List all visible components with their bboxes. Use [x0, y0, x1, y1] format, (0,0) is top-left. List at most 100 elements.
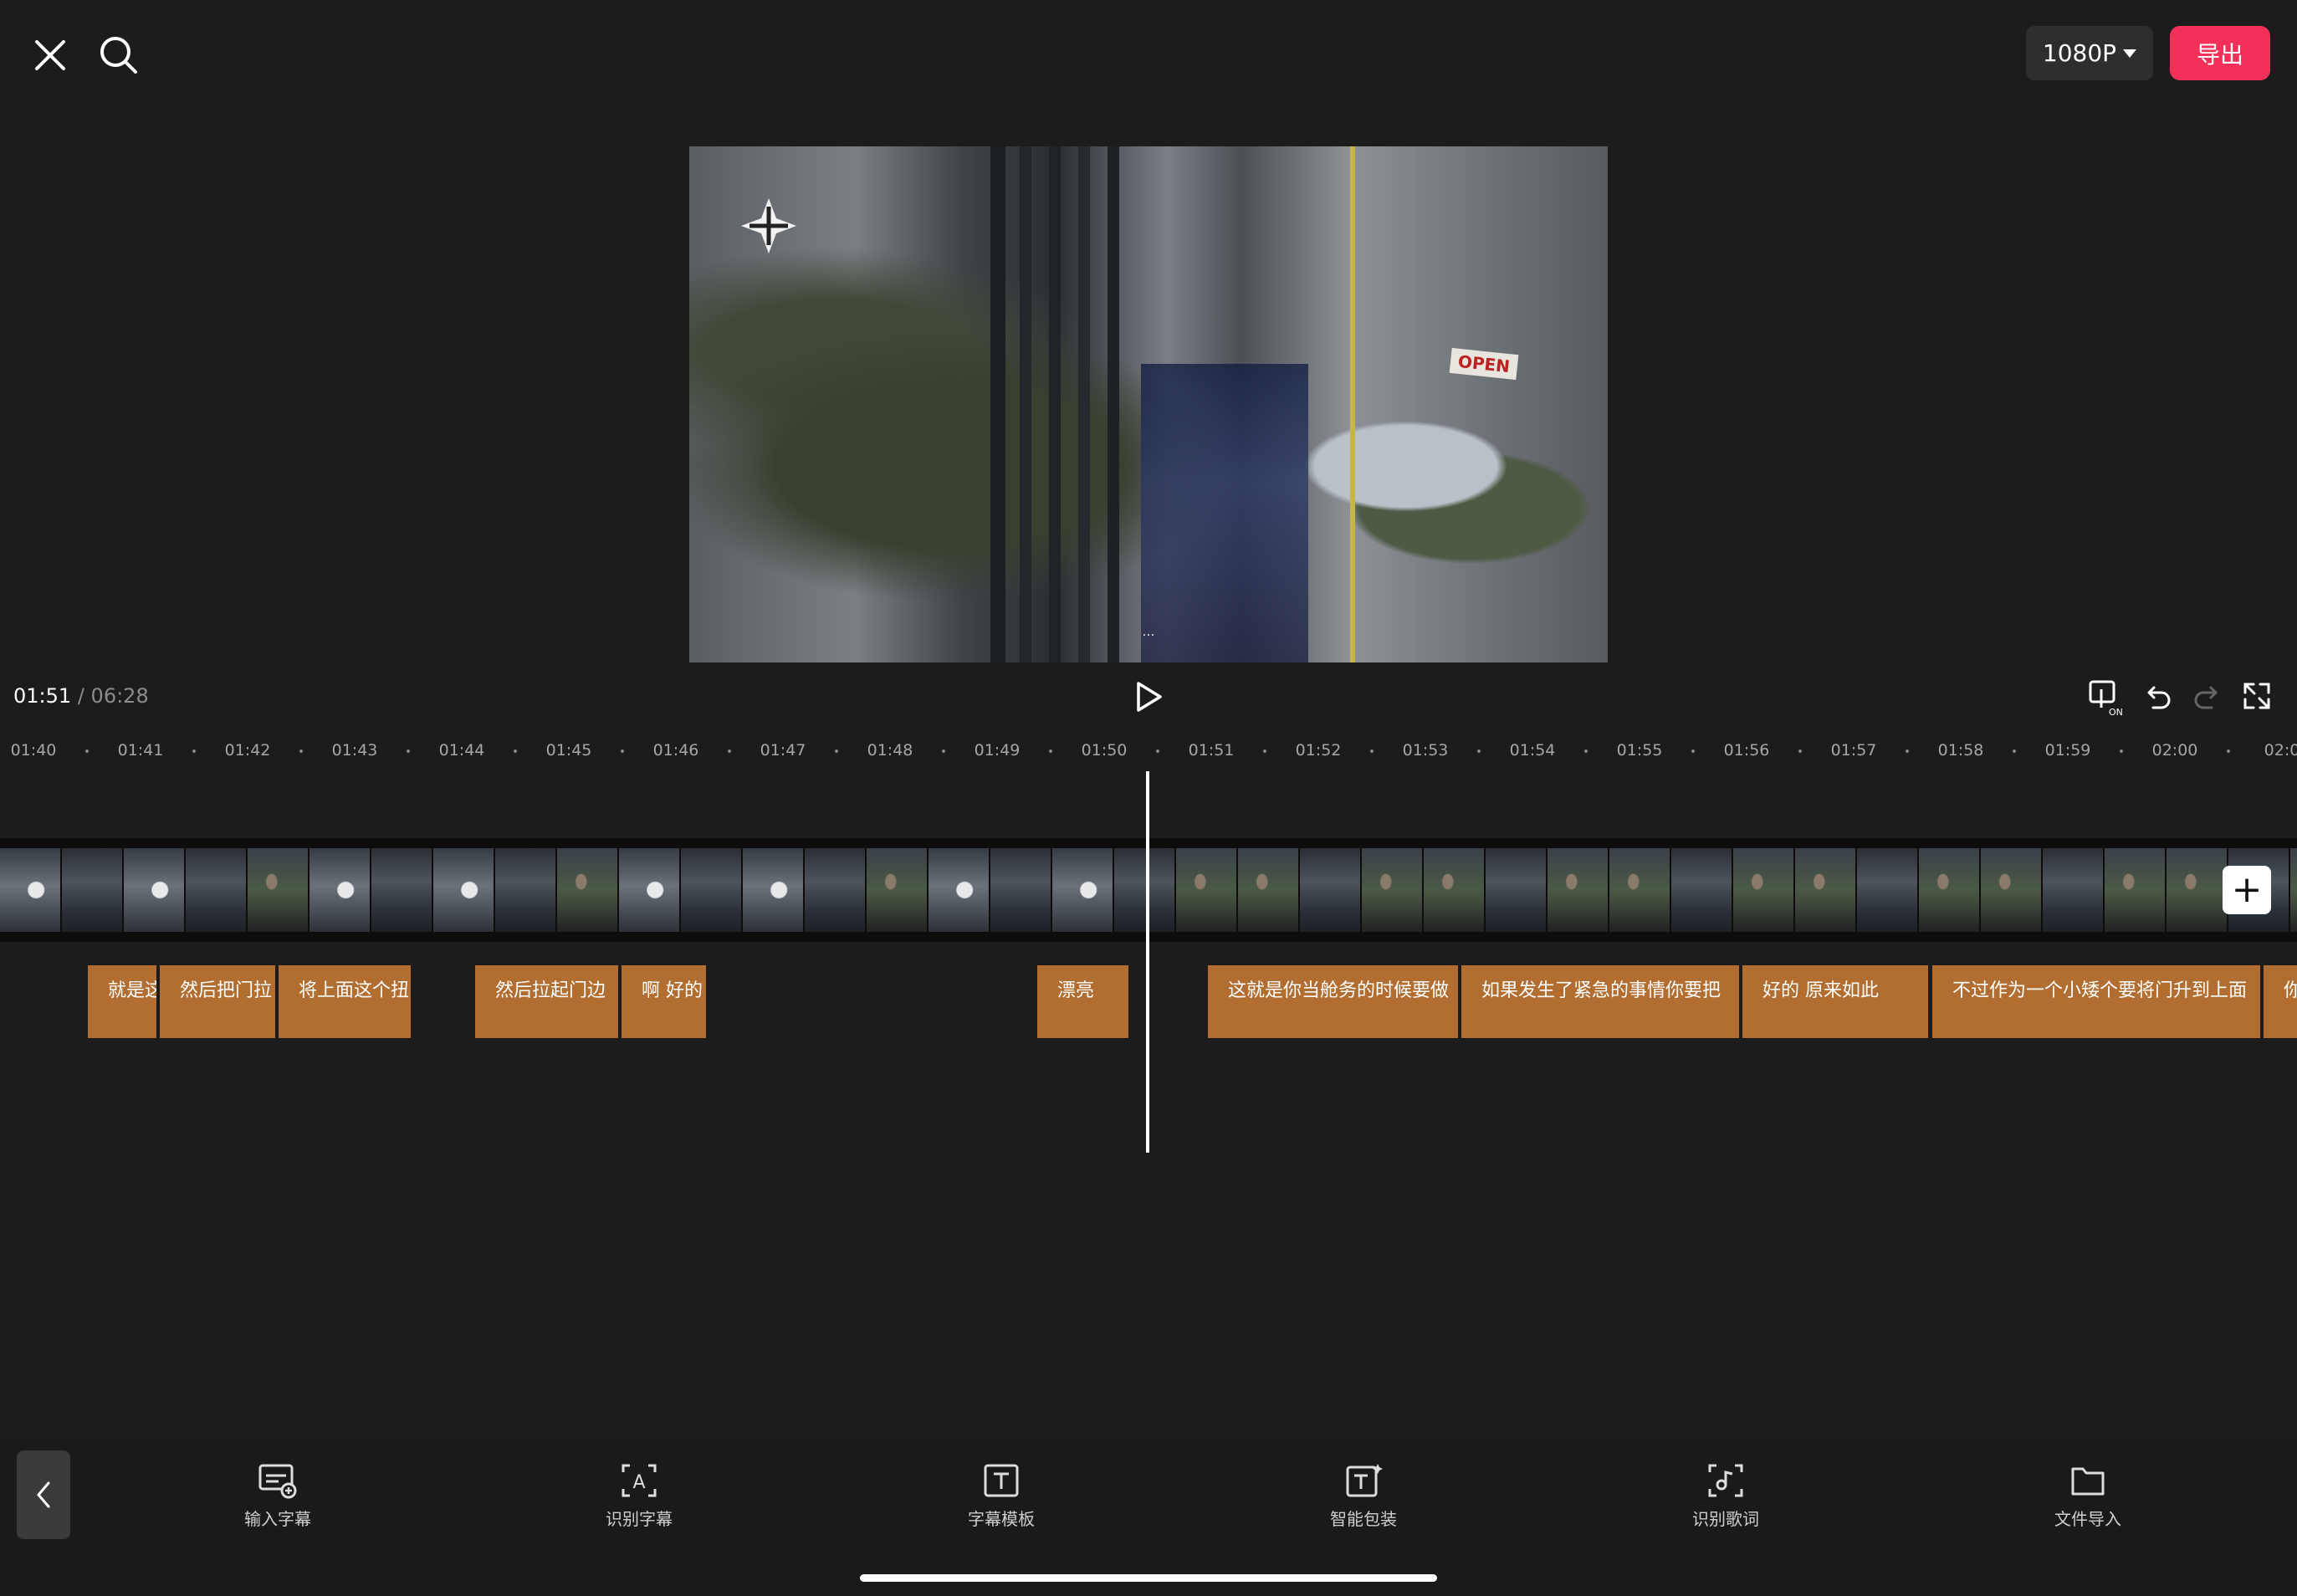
film-frame [1114, 848, 1176, 932]
preview-caption: ... [1142, 623, 1155, 639]
subtitle-clip[interactable]: 好的 原来如此 [1742, 965, 1928, 1038]
video-preview[interactable]: OPEN ... [689, 146, 1608, 662]
subtitle-input-icon [258, 1464, 297, 1499]
subtitle-clip[interactable]: 然后把门拉 [160, 965, 275, 1038]
export-button[interactable]: 导出 [2170, 26, 2270, 80]
film-frame [1671, 848, 1733, 932]
tool-label: 识别歌词 [1692, 1509, 1759, 1529]
ruler-tick-label: 01:57 [1830, 741, 1877, 760]
ruler-dot [835, 749, 838, 753]
resolution-label: 1080P [2042, 39, 2117, 67]
ruler-dot [1691, 749, 1695, 753]
ruler-dot [1906, 749, 1909, 753]
subtitle-clip[interactable]: 这就是你当舱务的时候要做 [1208, 965, 1458, 1038]
tool-label: 文件导入 [2054, 1509, 2121, 1529]
film-frame [557, 848, 619, 932]
ruler-tick-label: 01:40 [10, 741, 57, 760]
film-frame [619, 848, 681, 932]
close-icon[interactable] [28, 33, 72, 77]
tool-label: 智能包装 [1330, 1509, 1397, 1529]
film-frame [805, 848, 867, 932]
film-frame [1238, 848, 1300, 932]
ruler-tick-label: 01:48 [867, 741, 913, 760]
subtitle-clip[interactable]: 漂亮 [1037, 965, 1128, 1038]
search-icon[interactable] [95, 32, 142, 79]
tool-label: 输入字幕 [244, 1509, 311, 1529]
undo-icon[interactable] [2143, 681, 2173, 711]
ruler-dot [728, 749, 731, 753]
ruler-tick-label: 01:54 [1509, 741, 1556, 760]
ruler-tick-label: 01:56 [1723, 741, 1770, 760]
ruler-tick-label: 01:42 [224, 741, 271, 760]
redo-icon[interactable] [2192, 681, 2222, 711]
ruler-tick-label: 01:55 [1616, 741, 1663, 760]
ruler-tick-label: 01:47 [760, 741, 806, 760]
current-time: 01:51 [13, 684, 72, 708]
tool-subtitle-template[interactable]: 字幕模板 [934, 1462, 1068, 1530]
film-frame [990, 848, 1052, 932]
svg-text:ON: ON [2109, 707, 2123, 718]
ruler-dot [1156, 749, 1159, 753]
compare-on-icon[interactable]: ON [2088, 679, 2126, 718]
tool-file-import[interactable]: 文件导入 [2021, 1462, 2155, 1530]
film-frame [371, 848, 433, 932]
film-frame [1609, 848, 1671, 932]
subtitle-clip[interactable]: 不过作为一个小矮个要将门升到上面 [1932, 965, 2260, 1038]
subtitle-clip[interactable]: 如果发生了紧急的事情你要把 [1461, 965, 1739, 1038]
tool-recognize-subtitle[interactable]: A 识别字幕 [572, 1462, 706, 1530]
film-frame [1052, 848, 1114, 932]
fullscreen-icon[interactable] [2242, 681, 2272, 711]
film-frame [1486, 848, 1548, 932]
subtitle-clip[interactable]: 将上面这个扭 [279, 965, 411, 1038]
film-frame [867, 848, 929, 932]
timeline-ruler[interactable]: 01:40 01:41 01:42 01:43 01:44 01:45 01:46 01:47… [0, 729, 2297, 770]
tool-label: 字幕模板 [968, 1509, 1035, 1529]
subtitle-clip[interactable]: 然后拉起门边 [475, 965, 618, 1038]
svg-text:A: A [632, 1472, 645, 1493]
plus-icon[interactable]: + [2223, 866, 2271, 914]
total-time: 06:28 [90, 684, 149, 708]
ruler-tick-label: 01:46 [652, 741, 699, 760]
ruler-tick-label: 01:51 [1188, 741, 1235, 760]
ruler-dot [514, 749, 517, 753]
ruler-dot [1049, 749, 1052, 753]
subtitle-clip[interactable]: 就是这 [88, 965, 156, 1038]
ruler-tick-label: 02:0 [2264, 741, 2297, 760]
home-indicator [860, 1574, 1437, 1582]
ruler-dot [2120, 749, 2123, 753]
film-frame [1795, 848, 1857, 932]
tool-recognize-lyrics[interactable]: 识别歌词 [1659, 1462, 1793, 1530]
tool-input-subtitle[interactable]: 输入字幕 [211, 1462, 345, 1530]
ruler-dot [1263, 749, 1266, 753]
ruler-dot [1798, 749, 1802, 753]
ruler-tick-label: 01:59 [2044, 741, 2091, 760]
ruler-dot [1584, 749, 1588, 753]
film-frame [2290, 848, 2297, 932]
film-frame [929, 848, 990, 932]
resolution-dropdown[interactable]: 1080P [2026, 26, 2153, 80]
ruler-tick-label: 01:53 [1402, 741, 1449, 760]
subtitle-clip[interactable]: 啊 好的 [622, 965, 706, 1038]
ruler-dot [1477, 749, 1481, 753]
film-frame [1300, 848, 1362, 932]
tool-smart-package[interactable]: 智能包装 [1297, 1462, 1430, 1530]
chevron-left-icon[interactable] [17, 1450, 70, 1539]
ruler-dot [192, 749, 196, 753]
film-frame [1733, 848, 1795, 932]
ruler-tick-label: 01:44 [438, 741, 485, 760]
film-frame [433, 848, 495, 932]
film-frame [1919, 848, 1981, 932]
insignia-logo [739, 197, 798, 255]
time-readout: 01:51 / 06:28 [13, 684, 149, 708]
play-icon[interactable] [1133, 681, 1164, 713]
playhead[interactable] [1146, 771, 1149, 1153]
film-frame [2043, 848, 2105, 932]
film-frame [2105, 848, 2167, 932]
ruler-tick-label: 02:00 [2151, 741, 2198, 760]
ruler-tick-label: 01:45 [545, 741, 592, 760]
ruler-dot [2013, 749, 2016, 753]
film-frame [310, 848, 371, 932]
time-separator: / [77, 684, 84, 708]
subtitle-clip[interactable]: 你 [2264, 965, 2297, 1038]
ruler-dot [2227, 749, 2230, 753]
